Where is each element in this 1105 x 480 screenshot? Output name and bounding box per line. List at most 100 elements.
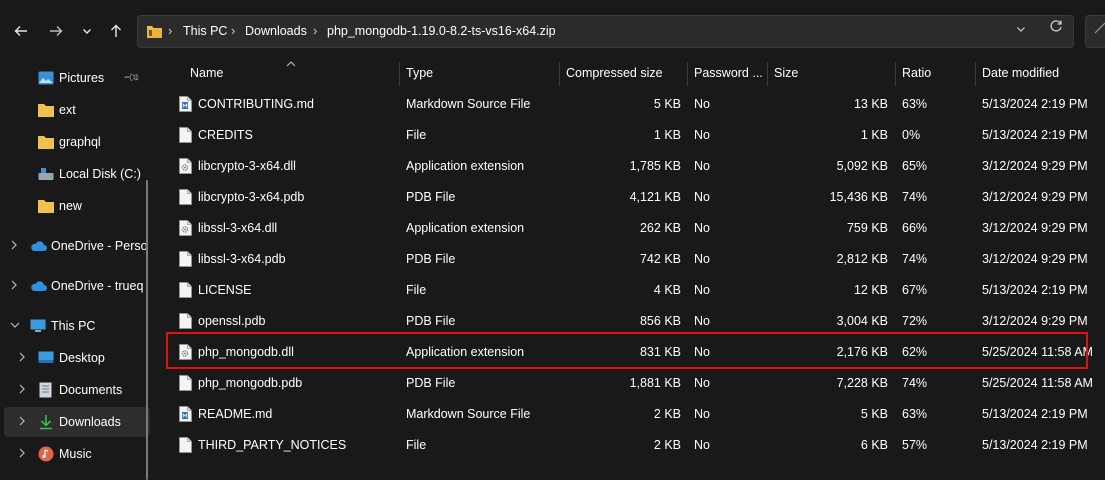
file-size: 5,092 KB bbox=[836, 159, 888, 173]
folder-icon bbox=[38, 199, 54, 213]
chevron-right-icon[interactable] bbox=[18, 352, 26, 365]
file-row[interactable]: libcrypto-3-x64.dll Application extension… bbox=[168, 151, 1088, 182]
column-type[interactable]: Type bbox=[406, 66, 433, 80]
file-type: PDB File bbox=[406, 190, 456, 204]
file-type: PDB File bbox=[406, 252, 456, 266]
column-name[interactable]: Name bbox=[190, 66, 223, 80]
column-password[interactable]: Password ... bbox=[694, 66, 763, 80]
chevron-right-icon[interactable] bbox=[10, 280, 18, 293]
file-row[interactable]: libcrypto-3-x64.pdb PDB File 4,121 KB No 15,… bbox=[168, 182, 1088, 213]
file-name: libcrypto-3-x64.pdb bbox=[198, 190, 305, 204]
sidebar-item-new[interactable]: new bbox=[0, 191, 150, 221]
file-row[interactable]: libssl-3-x64.pdb PDB File 742 KB No 2,812 KB… bbox=[168, 244, 1088, 275]
file-compressed-size: 742 KB bbox=[639, 252, 681, 266]
file-row[interactable]: README.md Markdown Source File 2 KB No 5 KB 6… bbox=[168, 399, 1088, 430]
documents-icon bbox=[39, 382, 55, 398]
file-ratio: 65% bbox=[902, 159, 928, 173]
sidebar-item-label: Music bbox=[59, 447, 92, 461]
sidebar-scrollbar[interactable] bbox=[146, 180, 148, 480]
sidebar-item-ext[interactable]: ext bbox=[0, 95, 150, 125]
sidebar-item-label: OneDrive - trueq bbox=[51, 279, 144, 293]
pin-icon[interactable]: 📌︎ bbox=[122, 68, 141, 87]
sidebar-item-this-pc[interactable]: This PC bbox=[0, 311, 150, 341]
sidebar-item-downloads[interactable]: Downloads bbox=[4, 407, 150, 437]
file-ratio: 66% bbox=[902, 221, 928, 235]
file-name: php_mongodb.pdb bbox=[198, 376, 303, 390]
chevron-right-icon[interactable] bbox=[18, 384, 26, 397]
address-dropdown-icon[interactable] bbox=[1016, 23, 1026, 37]
chevron-right-icon[interactable] bbox=[10, 240, 18, 253]
column-divider[interactable] bbox=[895, 62, 896, 86]
column-divider[interactable] bbox=[559, 62, 560, 86]
sidebar-item-onedrive-trueq[interactable]: OneDrive - trueq bbox=[0, 271, 150, 301]
file-date-modified: 5/13/2024 2:19 PM bbox=[982, 97, 1088, 111]
file-type: File bbox=[406, 283, 427, 297]
file-password: No bbox=[694, 407, 710, 421]
file-list: Name Type Compressed size Password ... S… bbox=[158, 61, 1105, 480]
file-password: No bbox=[694, 190, 710, 204]
column-compressed-size[interactable]: Compressed size bbox=[566, 66, 663, 80]
file-type: Application extension bbox=[406, 159, 525, 173]
sidebar-item-pictures[interactable]: Pictures 📌︎ bbox=[0, 63, 150, 93]
file-icon bbox=[179, 251, 192, 267]
dll-icon bbox=[179, 220, 192, 236]
file-row[interactable]: libssl-3-x64.dll Application extension 262… bbox=[168, 213, 1088, 244]
file-date-modified: 5/13/2024 2:19 PM bbox=[982, 128, 1088, 142]
file-size: 15,436 KB bbox=[829, 190, 888, 204]
file-icon bbox=[179, 375, 192, 391]
address-bar[interactable]: › This PC › Downloads › php_mongodb-1.19… bbox=[137, 15, 1074, 48]
file-date-modified: 3/12/2024 9:29 PM bbox=[982, 314, 1088, 328]
file-row[interactable]: THIRD_PARTY_NOTICES File 2 KB No 6 KB 57% 5/13… bbox=[168, 430, 1088, 461]
sidebar-item-graphql[interactable]: graphql bbox=[0, 127, 150, 157]
search-box[interactable] bbox=[1085, 15, 1105, 48]
column-ratio[interactable]: Ratio bbox=[902, 66, 931, 80]
breadcrumb-zip[interactable]: php_mongodb-1.19.0-8.2-ts-vs16-x64.zip bbox=[327, 24, 556, 38]
file-compressed-size: 262 KB bbox=[639, 221, 681, 235]
file-row[interactable]: CONTRIBUTING.md Markdown Source File 5 KB N… bbox=[168, 89, 1088, 120]
sidebar-item-label: new bbox=[59, 199, 82, 213]
file-name: LICENSE bbox=[198, 283, 252, 297]
file-ratio: 63% bbox=[902, 97, 928, 111]
file-type: Markdown Source File bbox=[406, 407, 531, 421]
file-compressed-size: 2 KB bbox=[653, 407, 681, 421]
sidebar-item-desktop[interactable]: Desktop bbox=[0, 343, 150, 373]
sidebar-item-local-disk[interactable]: Local Disk (C:) bbox=[0, 159, 150, 189]
arrow-right-icon[interactable] bbox=[43, 18, 69, 44]
breadcrumb-this-pc[interactable]: This PC bbox=[183, 24, 227, 38]
column-date-modified[interactable]: Date modified bbox=[982, 66, 1059, 80]
chevron-right-icon: › bbox=[313, 23, 318, 38]
file-password: No bbox=[694, 97, 710, 111]
file-size: 1 KB bbox=[860, 128, 888, 142]
file-row[interactable]: php_mongodb.pdb PDB File 1,881 KB No 7,228 K… bbox=[168, 368, 1093, 399]
file-size: 759 KB bbox=[846, 221, 888, 235]
arrow-up-icon[interactable] bbox=[103, 18, 129, 44]
sidebar-item-music[interactable]: Music bbox=[0, 439, 150, 469]
navigation-pane: Pictures 📌︎ ext graphql Local Disk (C:) … bbox=[0, 62, 158, 480]
file-ratio: 0% bbox=[902, 128, 921, 142]
chevron-down-icon[interactable] bbox=[10, 321, 20, 332]
file-type: PDB File bbox=[406, 314, 456, 328]
cloud-icon bbox=[30, 280, 47, 294]
column-size[interactable]: Size bbox=[774, 66, 798, 80]
file-ratio: 63% bbox=[902, 407, 928, 421]
chevron-down-icon[interactable] bbox=[74, 18, 100, 44]
sidebar-item-onedrive-personal[interactable]: OneDrive - Perso bbox=[0, 231, 150, 261]
file-size: 2,812 KB bbox=[836, 252, 888, 266]
sidebar-item-label: Desktop bbox=[59, 351, 105, 365]
arrow-left-icon[interactable] bbox=[8, 18, 34, 44]
folder-icon bbox=[38, 135, 54, 149]
desktop-icon bbox=[38, 351, 54, 365]
file-row[interactable]: CREDITS File 1 KB No 1 KB 0% 5/13/2024 2:19 PM bbox=[168, 120, 1088, 151]
column-divider[interactable] bbox=[767, 62, 768, 86]
breadcrumb-downloads[interactable]: Downloads bbox=[245, 24, 307, 38]
file-row[interactable]: LICENSE File 4 KB No 12 KB 67% 5/13/2024 2:19 … bbox=[168, 275, 1088, 306]
markdown-file-icon bbox=[179, 96, 192, 112]
column-divider[interactable] bbox=[687, 62, 688, 86]
chevron-right-icon[interactable] bbox=[18, 448, 26, 461]
sidebar-item-documents[interactable]: Documents bbox=[0, 375, 150, 405]
chevron-right-icon[interactable] bbox=[18, 416, 26, 429]
column-divider[interactable] bbox=[399, 62, 400, 86]
file-date-modified: 5/13/2024 2:19 PM bbox=[982, 438, 1088, 452]
refresh-icon[interactable] bbox=[1045, 19, 1067, 43]
column-divider[interactable] bbox=[975, 62, 976, 86]
